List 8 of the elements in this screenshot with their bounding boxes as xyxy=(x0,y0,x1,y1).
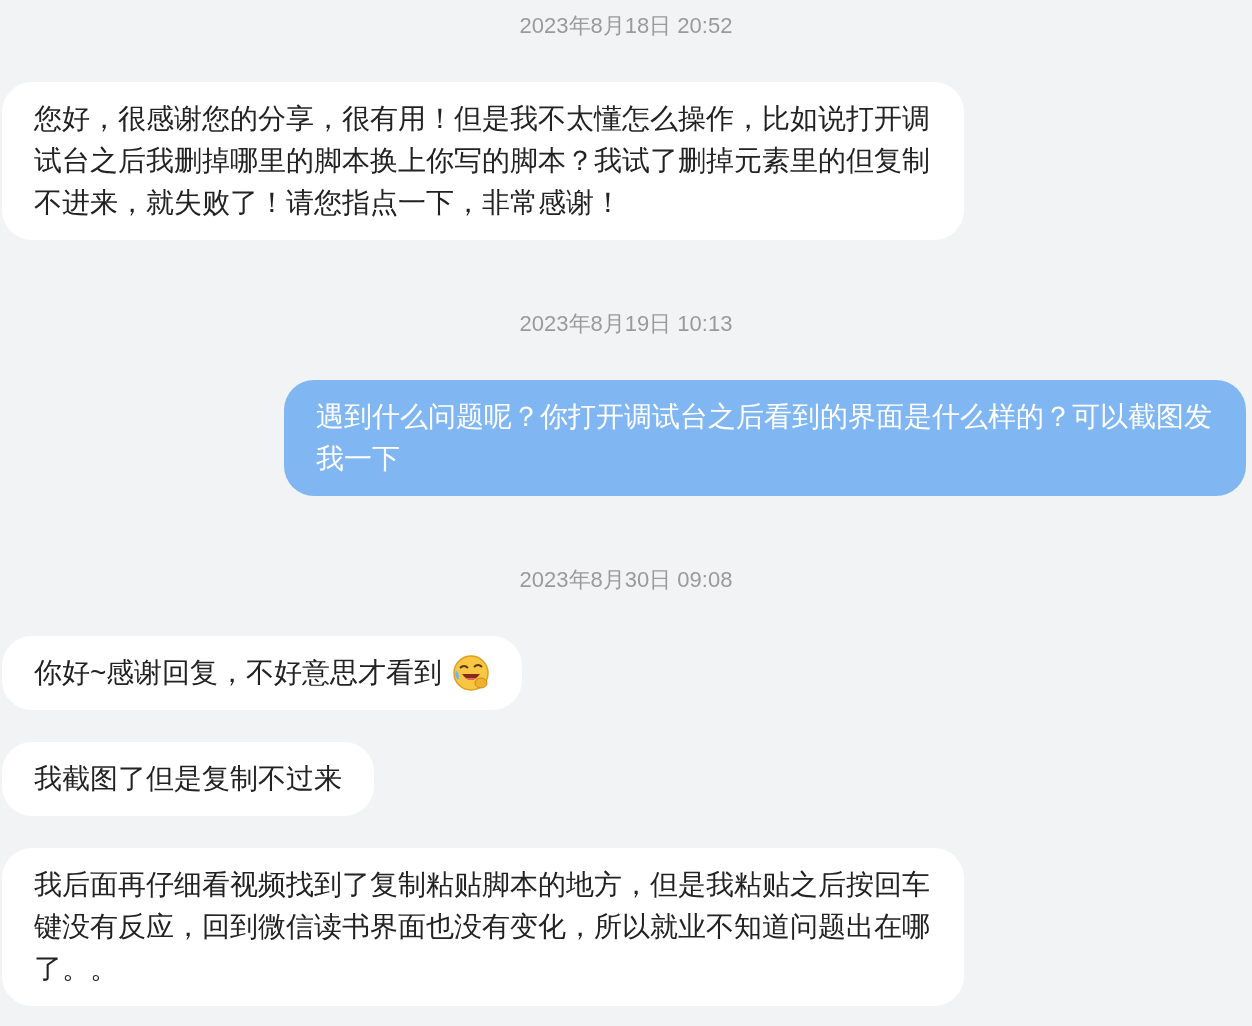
message-text: 我后面再仔细看视频找到了复制粘贴脚本的地方，但是我粘贴之后按回车键没有反应，回到微信读书界面也没有变化，所以就业不知道问题出在哪了。。 xyxy=(34,868,931,986)
timestamp: 2023年8月18日 20:52 xyxy=(519,12,733,40)
timestamp: 2023年8月30日 09:08 xyxy=(519,566,733,594)
message-text: 我截图了但是复制不过来 xyxy=(34,762,342,796)
message-text: 你好~感谢回复，不好意思才看到 xyxy=(34,656,443,690)
message-text: 遇到什么问题呢？你打开调试台之后看到的界面是什么样的？可以截图发我一下 xyxy=(316,400,1213,476)
timestamp: 2023年8月19日 10:13 xyxy=(519,310,733,338)
message-text: 您好，很感谢您的分享，很有用！但是我不太懂怎么操作，比如说打开调试台之后我删掉哪里的脚本换上你写的脚本？我试了删掉元素里的但复制不进来，就失败了！请您指点一下，非常感谢！ xyxy=(34,102,931,220)
